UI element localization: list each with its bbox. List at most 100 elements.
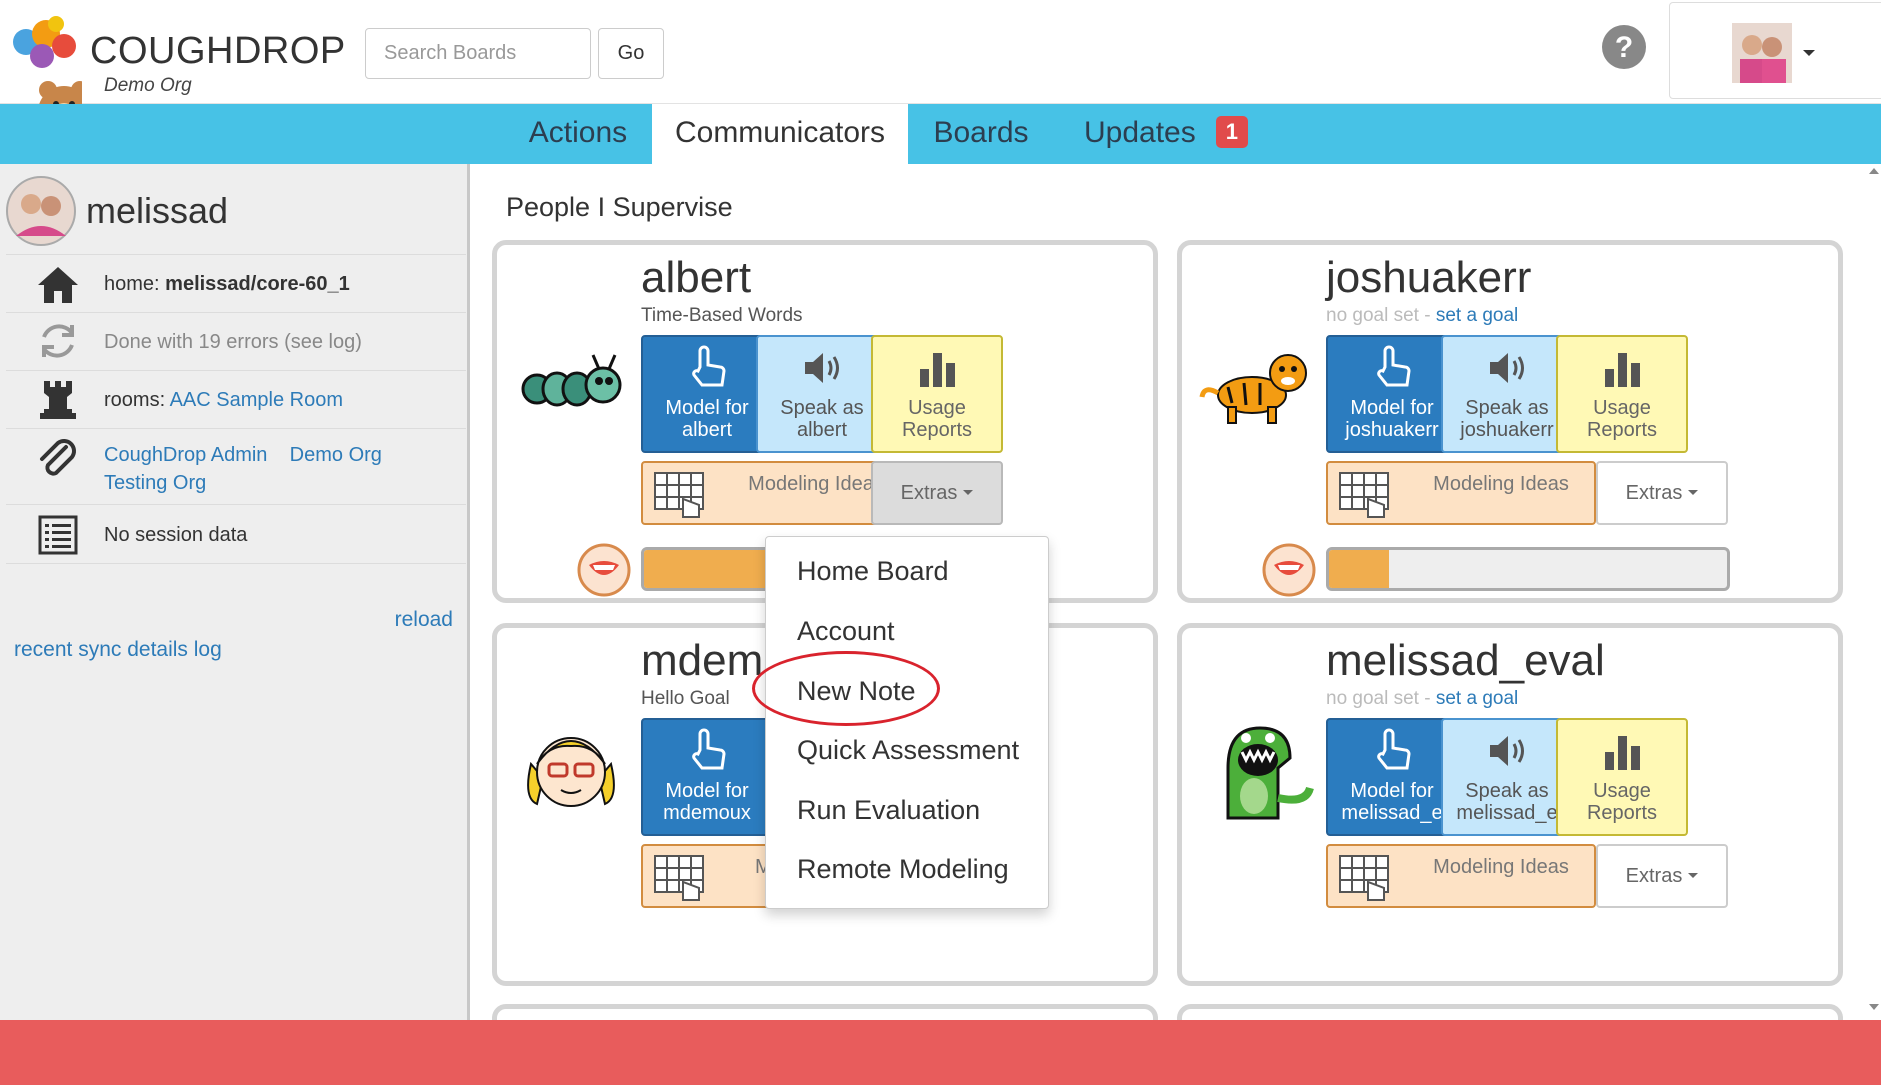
speak-as-button[interactable]: Speak as albert (756, 335, 888, 453)
app-header: COUGHDROP Demo Org Go ? (0, 0, 1881, 138)
menu-item-home-board[interactable]: Home Board (797, 556, 949, 587)
no-goal-text: no goal set (1326, 688, 1419, 709)
communicator-name[interactable]: mdem (641, 636, 763, 686)
communicator-name[interactable]: joshuakerr (1326, 253, 1531, 303)
hand-pointer-icon (692, 728, 726, 770)
modeling-ideas-button[interactable]: Modeling Ideas (1326, 844, 1596, 908)
org-link-testing-org[interactable]: Testing Org (104, 472, 206, 494)
hand-pointer-icon (1377, 728, 1411, 770)
footer-bar (0, 1020, 1881, 1085)
hand-pointer-icon (692, 345, 726, 387)
sidebar-session-row: No session data (6, 504, 466, 564)
menu-item-remote-modeling[interactable]: Remote Modeling (797, 854, 1009, 885)
sidebar-orgs-row: CoughDrop Admin Demo Org Testing Org (6, 428, 466, 504)
search-go-button[interactable]: Go (598, 28, 664, 79)
user-menu-button[interactable] (1669, 2, 1881, 99)
caret-down-icon (1688, 873, 1699, 878)
sidebar-rooms-row: rooms: AAC Sample Room (6, 370, 466, 428)
model-for-button[interactable]: Model for joshuakerr (1326, 335, 1458, 453)
communicator-card-melissad-eval: melissad_eval no goal set - set a goal M… (1177, 623, 1843, 986)
extras-dropdown-button[interactable]: Extras (1596, 461, 1728, 525)
set-goal-link[interactable]: set a goal (1436, 305, 1518, 326)
room-link[interactable]: AAC Sample Room (170, 389, 343, 411)
communicator-name[interactable]: melissad_eval (1326, 636, 1605, 686)
girl-avatar-icon (527, 737, 615, 807)
rooms-label: rooms: (104, 389, 170, 411)
bar-chart-icon (920, 353, 955, 387)
sidebar-home-row: home: melissad/core-60_1 (6, 254, 466, 312)
goal-progress-bar (1326, 547, 1730, 591)
communicator-goal[interactable]: Time-Based Words (641, 305, 803, 327)
extras-dropdown-button[interactable]: Extras (1596, 844, 1728, 908)
sidebar-username: melissad (86, 190, 229, 231)
menu-item-run-evaluation[interactable]: Run Evaluation (797, 795, 980, 826)
scroll-down-arrow[interactable] (1869, 1004, 1879, 1010)
chevron-down-icon (1803, 50, 1815, 56)
reload-link[interactable]: reload (395, 608, 453, 632)
user-avatar (1732, 23, 1792, 83)
bar-chart-icon (1605, 736, 1640, 770)
session-status: No session data (104, 524, 248, 546)
progress-fill (1329, 550, 1389, 588)
teeth-icon (577, 543, 631, 597)
list-icon (38, 515, 78, 555)
tab-updates[interactable]: Updates 1 (1066, 104, 1266, 164)
modeling-ideas-button[interactable]: Modeling Ideas (1326, 461, 1596, 525)
model-for-button[interactable]: Model for albert (641, 335, 773, 453)
home-board-link[interactable]: melissad/core-60_1 (165, 273, 350, 295)
usage-reports-button[interactable]: Usage Reports (871, 335, 1003, 453)
usage-reports-button[interactable]: Usage Reports (1556, 335, 1688, 453)
org-link-demo-org[interactable]: Demo Org (290, 444, 382, 466)
teeth-icon (1262, 543, 1316, 597)
avatar (6, 176, 76, 246)
org-link-coughdrop-admin[interactable]: CoughDrop Admin (104, 444, 267, 466)
search-boards-input[interactable] (365, 28, 591, 79)
menu-item-account[interactable]: Account (797, 616, 895, 647)
svg-text:?: ? (1615, 31, 1633, 64)
keyboard-hand-icon (1339, 855, 1389, 901)
set-goal-link[interactable]: set a goal (1436, 688, 1518, 709)
scroll-up-arrow[interactable] (1869, 168, 1879, 174)
paperclip-icon (40, 439, 76, 476)
tab-boards[interactable]: Boards (920, 104, 1042, 164)
caret-down-icon (963, 490, 974, 495)
sidebar: melissad home: melissad/core-60_1 Done w… (0, 164, 470, 1020)
sync-icon[interactable] (36, 319, 80, 363)
keyboard-hand-icon (1339, 472, 1389, 518)
communicator-card-joshuakerr: joshuakerr no goal set - set a goal Mode… (1177, 240, 1843, 603)
no-goal-text: no goal set (1326, 305, 1419, 326)
speak-as-button[interactable]: Speak as joshuakerr (1441, 335, 1573, 453)
updates-badge: 1 (1215, 116, 1248, 148)
tab-actions[interactable]: Actions (512, 104, 644, 164)
speaker-icon (1490, 736, 1524, 766)
highlight-circle (752, 651, 940, 726)
menu-item-quick-assessment[interactable]: Quick Assessment (797, 735, 1019, 766)
tab-communicators[interactable]: Communicators (652, 104, 908, 164)
communicator-goal[interactable]: Hello Goal (641, 688, 730, 710)
caterpillar-icon (521, 354, 622, 407)
rook-icon (40, 381, 76, 419)
model-for-button[interactable]: Model for melissad_e (1326, 718, 1458, 836)
speaker-icon (1490, 353, 1524, 383)
extras-dropdown-button[interactable]: Extras (871, 461, 1003, 525)
home-icon (38, 267, 78, 303)
org-name: Demo Org (104, 75, 192, 96)
bar-chart-icon (1605, 353, 1640, 387)
brand-name[interactable]: COUGHDROP (90, 30, 346, 73)
communicator-name[interactable]: albert (641, 253, 751, 303)
help-icon[interactable]: ? (1601, 24, 1647, 70)
keyboard-hand-icon (654, 855, 704, 901)
usage-reports-button[interactable]: Usage Reports (1556, 718, 1688, 836)
sidebar-sync-row: Done with 19 errors (see log) (6, 312, 466, 370)
tiger-icon (1199, 354, 1307, 424)
main-nav: Actions Communicators Boards Updates 1 (0, 104, 1881, 164)
model-for-button[interactable]: Model for mdemoux (641, 718, 773, 836)
page-title: People I Supervise (506, 192, 733, 222)
caret-down-icon (1688, 490, 1699, 495)
home-label: home: (104, 273, 166, 295)
sync-log-link[interactable]: recent sync details log (14, 638, 222, 662)
sync-status[interactable]: Done with 19 errors (see log) (104, 328, 362, 356)
speak-as-button[interactable]: Speak as melissad_e (1441, 718, 1573, 836)
keyboard-hand-icon (654, 472, 704, 518)
speaker-icon (805, 353, 839, 383)
